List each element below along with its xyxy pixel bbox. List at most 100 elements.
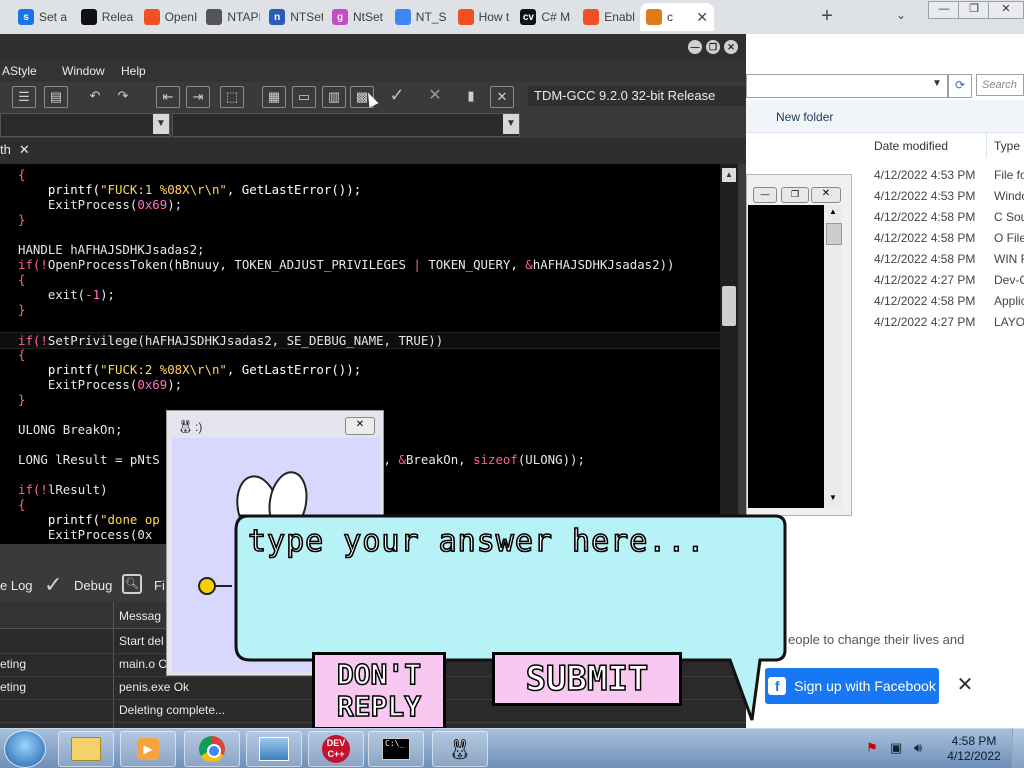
redo-icon[interactable]: ↷ xyxy=(112,86,134,106)
dont-reply-button[interactable]: DON'T REPLY xyxy=(312,652,446,730)
close-icon[interactable]: ✕ xyxy=(955,674,975,696)
chevron-down-icon[interactable]: ▼ xyxy=(153,114,169,134)
close-tab-icon[interactable]: ✕ xyxy=(19,138,30,162)
network-icon[interactable]: ▣ xyxy=(890,740,902,756)
console-minimize-button[interactable]: — xyxy=(753,187,777,203)
media-player-icon[interactable]: ▶ xyxy=(120,731,176,767)
browser-tab[interactable]: NT_S xyxy=(389,3,449,31)
answer-input[interactable]: type your answer here... xyxy=(247,523,768,566)
facebook-signup-button[interactable]: f Sign up with Facebook xyxy=(765,668,939,704)
tile-icon[interactable]: ▦ xyxy=(262,86,286,108)
bookmark-icon[interactable]: ⬚ xyxy=(220,86,244,108)
devcpp-close-button[interactable]: ✕ xyxy=(724,40,738,54)
console-scrollbar[interactable]: ▲ ▼ xyxy=(824,205,842,508)
console-close-button[interactable]: ✕ xyxy=(811,187,841,203)
code-line[interactable]: printf("FUCK:1 %08X\r\n", GetLastError()… xyxy=(0,182,361,197)
flag-icon[interactable]: ⚑ xyxy=(866,740,878,756)
editor-tab[interactable]: th ✕ xyxy=(0,138,38,162)
code-line[interactable]: ExitProcess(0x xyxy=(0,527,152,542)
code-line[interactable]: ULONG BreakOn; xyxy=(0,422,122,437)
scroll-up-icon[interactable]: ▲ xyxy=(722,168,736,182)
undo-icon[interactable]: ↶ xyxy=(84,86,106,106)
code-line[interactable]: if(!SetPrivilege(hAFHAJSDHKJsadas2, SE_D… xyxy=(0,332,720,349)
log-column-message[interactable]: Messag xyxy=(119,609,161,623)
browser-tab[interactable]: n NTSet xyxy=(263,3,323,31)
code-line[interactable]: if(!OpenProcessToken(hBnuuy, TOKEN_ADJUS… xyxy=(0,257,675,272)
browser-tab[interactable]: c ✕ xyxy=(640,3,714,31)
namespace-combo[interactable]: ▼ xyxy=(0,113,170,137)
column-date-modified[interactable]: Date modified xyxy=(874,139,948,153)
browser-tab[interactable]: How t xyxy=(452,3,512,31)
tab-find-results[interactable]: Fi xyxy=(154,578,165,593)
editor-scrollbar[interactable] xyxy=(720,164,738,544)
code-line[interactable]: } xyxy=(0,212,25,227)
browser-tab[interactable]: Relea xyxy=(75,3,135,31)
column-type[interactable]: Type xyxy=(994,139,1020,153)
stop-icon[interactable]: ✕ xyxy=(424,86,446,106)
menu-astyle[interactable]: AStyle xyxy=(2,64,37,78)
photos-icon[interactable] xyxy=(246,731,302,767)
refresh-icon[interactable]: ⟳ xyxy=(948,74,972,98)
volume-icon[interactable]: 🔊︎ xyxy=(914,740,922,756)
tab-debug[interactable]: Debug xyxy=(74,578,112,593)
split-icon[interactable]: ▤ xyxy=(44,86,68,108)
code-line[interactable] xyxy=(0,467,18,482)
compiler-selector[interactable]: TDM-GCC 9.2.0 32-bit Release xyxy=(528,86,746,106)
tab-compile-log[interactable]: e Log xyxy=(0,578,33,593)
code-line[interactable]: { xyxy=(0,497,25,512)
start-orb-icon[interactable] xyxy=(4,730,46,768)
cmd-icon[interactable]: C:\_ xyxy=(368,731,424,767)
window-icon[interactable]: ▭ xyxy=(292,86,316,108)
devcpp-maximize-button[interactable]: ❐ xyxy=(706,40,720,54)
code-line[interactable] xyxy=(0,437,18,452)
code-line[interactable] xyxy=(0,407,18,422)
editor-scroll-thumb[interactable] xyxy=(722,286,736,326)
browser-tab[interactable]: NTAPI xyxy=(200,3,260,31)
code-line[interactable] xyxy=(0,317,18,332)
minimize-button[interactable]: — xyxy=(928,1,960,19)
chevron-down-icon[interactable]: ▼ xyxy=(503,114,519,134)
console-maximize-button[interactable]: ❐ xyxy=(781,187,809,203)
code-line[interactable]: exit(-1); xyxy=(0,287,115,302)
browser-tab[interactable]: g NtSet xyxy=(326,3,386,31)
browser-tab[interactable]: OpenI xyxy=(138,3,198,31)
toggle-panel-icon[interactable]: ☰ xyxy=(12,86,36,108)
address-dropdown-icon[interactable]: ▼ xyxy=(932,78,942,89)
new-tab-button[interactable]: + xyxy=(816,6,838,28)
devcpp-icon[interactable]: DEV C++ xyxy=(308,731,364,767)
devcpp-minimize-button[interactable]: — xyxy=(688,40,702,54)
close-window-button[interactable]: ✕ xyxy=(988,1,1024,19)
browser-tab[interactable]: Enabl xyxy=(577,3,637,31)
maximize-button[interactable]: ❐ xyxy=(958,1,990,19)
code-line[interactable]: HANDLE hAFHAJSDHKJsadas2; xyxy=(0,242,205,257)
chrome-icon[interactable] xyxy=(184,731,240,767)
code-line[interactable]: ExitProcess(0x69); xyxy=(0,197,182,212)
new-folder-button[interactable]: New folder xyxy=(776,110,833,124)
code-line[interactable]: printf("FUCK:2 %08X\r\n", GetLastError()… xyxy=(0,362,361,377)
dialog-close-button[interactable]: ✕ xyxy=(345,417,375,435)
code-line[interactable]: { xyxy=(0,167,25,182)
explorer-icon[interactable] xyxy=(58,731,114,767)
code-line[interactable]: { xyxy=(0,272,25,287)
chart-icon[interactable]: ▮ xyxy=(460,86,482,106)
code-line[interactable]: } xyxy=(0,392,25,407)
code-line[interactable]: ExitProcess(0x69); xyxy=(0,377,182,392)
check-icon[interactable]: ✓ xyxy=(386,86,408,106)
unindent-icon[interactable]: ⇥ xyxy=(186,86,210,108)
code-line[interactable]: } xyxy=(0,302,25,317)
submit-button[interactable]: SUBMIT xyxy=(492,652,682,706)
code-line[interactable] xyxy=(0,227,18,242)
tab-search-chevron-icon[interactable]: ⌄ xyxy=(896,8,906,22)
menu-window[interactable]: Window xyxy=(62,64,105,78)
browser-tab[interactable]: s Set a xyxy=(12,3,72,31)
function-combo[interactable]: ▼ xyxy=(172,113,520,137)
address-bar[interactable] xyxy=(746,74,948,98)
show-desktop-button[interactable] xyxy=(1012,728,1024,768)
bunny-icon[interactable]: 🐰︎ xyxy=(432,731,488,767)
close-tab-icon[interactable]: ✕ xyxy=(696,9,708,26)
close-all-icon[interactable]: ✕ xyxy=(490,86,514,108)
code-line[interactable]: if(!lResult) xyxy=(0,482,108,497)
grid-icon[interactable]: ▥ xyxy=(322,86,346,108)
code-line[interactable]: printf("done op xyxy=(0,512,160,527)
indent-icon[interactable]: ⇤ xyxy=(156,86,180,108)
